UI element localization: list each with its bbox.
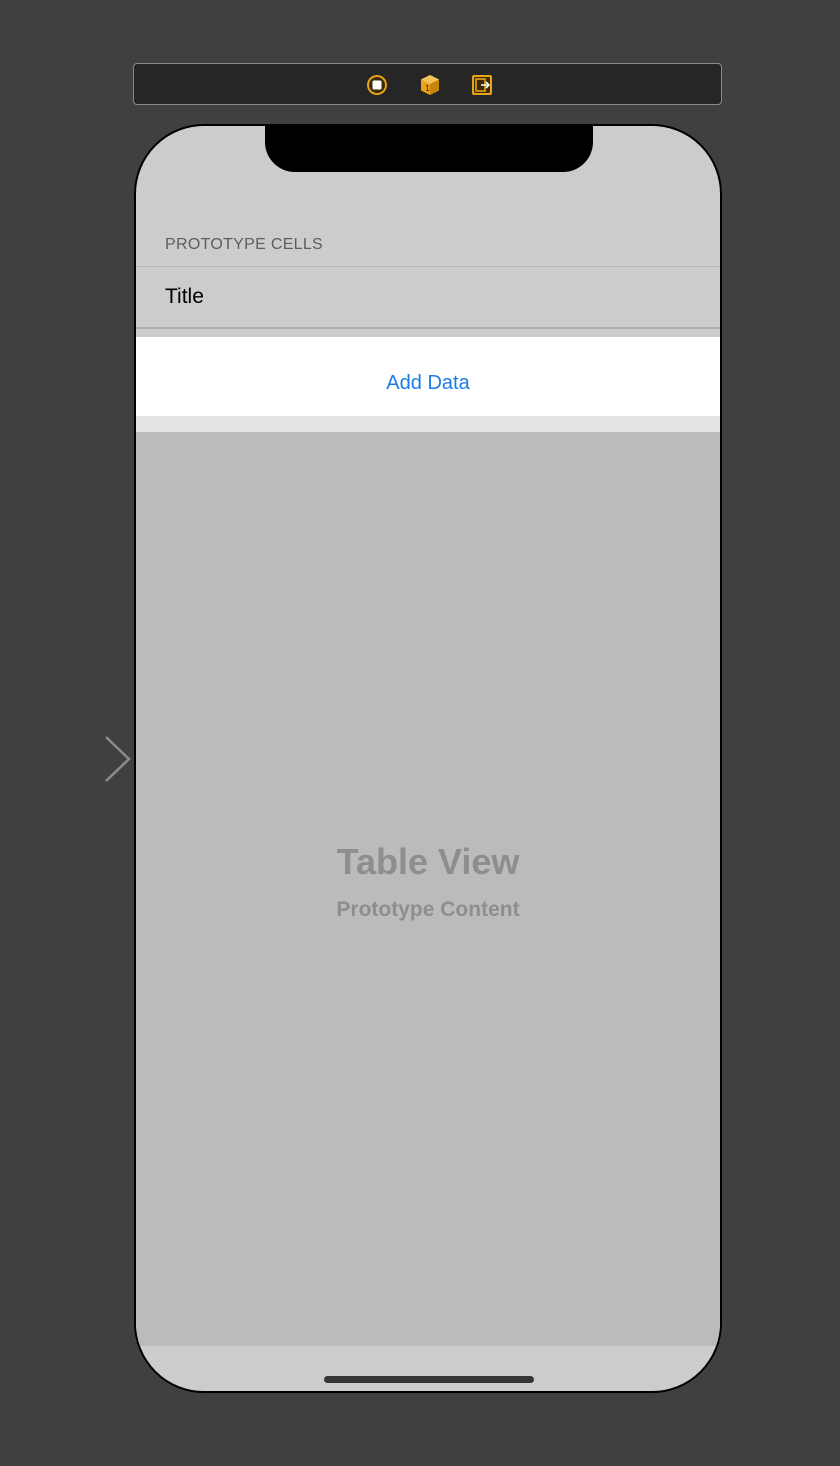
entry-point-arrow-icon[interactable] [0,733,136,785]
prototype-cell-title: Title [165,285,204,308]
device-notch [265,126,593,172]
iphone-device-frame: PROTOTYPE CELLS Title Add Data Table Vie… [134,124,722,1393]
prototype-cell[interactable]: Title [136,267,720,327]
storyboard-canvas: 1 PROTOTYPE CELLS Title Add Data Table V… [0,0,840,1466]
table-view-subtitle: Prototype Content [336,898,520,921]
scene-dock: 1 [133,63,722,105]
view-controller-icon[interactable] [366,74,388,96]
first-responder-icon[interactable]: 1 [419,74,441,96]
home-indicator [324,1376,534,1383]
divider [136,327,720,329]
table-view-title: Table View [336,841,520,882]
section-header: PROTOTYPE CELLS [165,236,324,253]
add-data-label: Add Data [386,372,470,394]
table-view-placeholder[interactable]: Table View Prototype Content [136,432,720,1346]
add-data-button[interactable]: Add Data [136,337,720,416]
table-footer-strip [136,416,720,432]
exit-icon[interactable] [471,74,493,96]
svg-text:1: 1 [425,84,430,93]
